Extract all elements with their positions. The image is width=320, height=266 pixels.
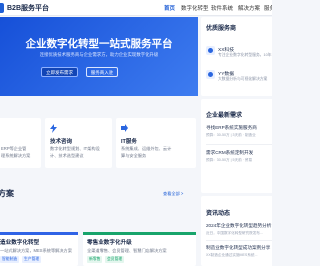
logo-icon[interactable]: [0, 3, 4, 13]
news-item-title[interactable]: 2024年企业数字化转型趋势分析: [206, 223, 271, 229]
service-card-consulting[interactable]: 技术咨询 数字化转型规划、IT架构设 计、技术选型建议: [45, 118, 112, 168]
page: B2B服务平台 首页 数字化转型 软件系统 解决方案 服务 企业数字化转型一站式…: [0, 0, 272, 266]
solution-tag: 会员管理: [105, 256, 125, 263]
solution-accent: [83, 232, 196, 235]
provider-join-button[interactable]: 服务商入驻: [86, 67, 118, 77]
divider: [206, 144, 272, 145]
news-item-summary: XX制造企业通过实施MES系统...: [206, 253, 258, 257]
providers-panel: 优质服务商 XX科技 专注企业数字化转型服务，10年 YY数据 大数据分析与可视…: [201, 17, 272, 96]
provider-name[interactable]: XX科技: [218, 46, 234, 53]
provider-logo-icon: [206, 70, 215, 79]
service-name: IT服务: [121, 139, 137, 145]
hero-banner: 企业数字化转型一站式服务平台 连接优质技术服务商与企业需求方，助力企业实现数字化…: [0, 17, 198, 96]
service-desc: 系统集成、运维外包、云计: [121, 146, 172, 151]
nav-software-systems[interactable]: 软件系统: [211, 4, 233, 12]
top-navigation: B2B服务平台 首页 数字化转型 软件系统 解决方案 服务: [0, 0, 272, 16]
news-item-summary: 近日，中国数字化转型研究院发布...: [206, 231, 263, 235]
news-item-title[interactable]: 制造业数字化转型成功案例分享: [206, 245, 270, 251]
provider-name[interactable]: YY数据: [218, 70, 234, 77]
providers-title: 优质服务商: [206, 26, 237, 32]
demands-panel: 企业最新需求 寻找ERP系统实施服务商 预算：30-50万 | 3天前 · 制造…: [201, 99, 272, 193]
solution-desc: 全渠道零售、会员管理、智慧门店解决方案: [87, 248, 167, 253]
solution-desc: 一站式解决方案，MES系统等解决方案: [0, 248, 72, 253]
solution-tag: 智能制造: [0, 256, 20, 263]
service-desc: 算与安全服务: [121, 153, 147, 158]
solution-name: 造业数字化转型: [0, 240, 40, 246]
solution-name: 零售业数字化升级: [87, 240, 132, 246]
solution-tag: 生产管理: [22, 256, 42, 263]
news-title: 资讯动态: [206, 211, 231, 217]
service-card[interactable]: ERP等企业管 理系统解决方案: [0, 118, 41, 168]
nav-services[interactable]: 服务: [264, 4, 272, 12]
service-desc: 计、技术选型建议: [50, 153, 84, 158]
hero-subtitle: 连接优质技术服务商与企业需求方，助力企业实现数字化升级: [39, 52, 159, 57]
news-panel: 资讯动态 2024年企业数字化转型趋势分析 近日，中国数字化转型研究院发布...…: [201, 196, 272, 266]
solution-accent: [0, 232, 78, 235]
provider-desc: 专注企业数字化转型服务，10年: [218, 53, 272, 57]
arrow-icon: [121, 124, 128, 132]
solutions-more-link[interactable]: 查看全部 >: [163, 191, 183, 197]
service-desc: 数字化转型规划、IT架构设: [50, 146, 100, 151]
demand-meta: 预算：30-50万 | 5天前 · 贸易: [206, 158, 253, 162]
service-desc: ERP等企业管: [1, 146, 27, 151]
lightning-icon: [50, 124, 57, 133]
provider-desc: 大数据分析与可视化解决方案: [218, 77, 268, 81]
nav-home[interactable]: 首页: [164, 4, 175, 12]
brand-name[interactable]: B2B服务平台: [7, 3, 49, 13]
demand-title[interactable]: 寻找ERP系统实施服务商: [206, 125, 257, 131]
post-demand-button[interactable]: 立即发布需求: [41, 67, 78, 77]
solutions-heading: 方案: [0, 189, 14, 198]
provider-logo-icon: [206, 46, 215, 55]
nav-digital-transformation[interactable]: 数字化转型: [181, 4, 209, 12]
service-name: 技术咨询: [50, 139, 73, 145]
solution-tag: 新零售: [87, 256, 103, 263]
demand-title[interactable]: 需求CRM系统定制开发: [206, 150, 253, 156]
divider: [206, 240, 272, 241]
demands-title: 企业最新需求: [206, 113, 243, 119]
demand-meta: 预算：30-50万 | 3天前 · 制造业: [206, 133, 256, 137]
service-card-it[interactable]: IT服务 系统集成、运维外包、云计 算与安全服务: [116, 118, 196, 168]
nav-solutions[interactable]: 解决方案: [238, 4, 260, 12]
hero-title: 企业数字化转型一站式服务平台: [25, 38, 173, 50]
service-desc: 理系统解决方案: [1, 153, 31, 158]
